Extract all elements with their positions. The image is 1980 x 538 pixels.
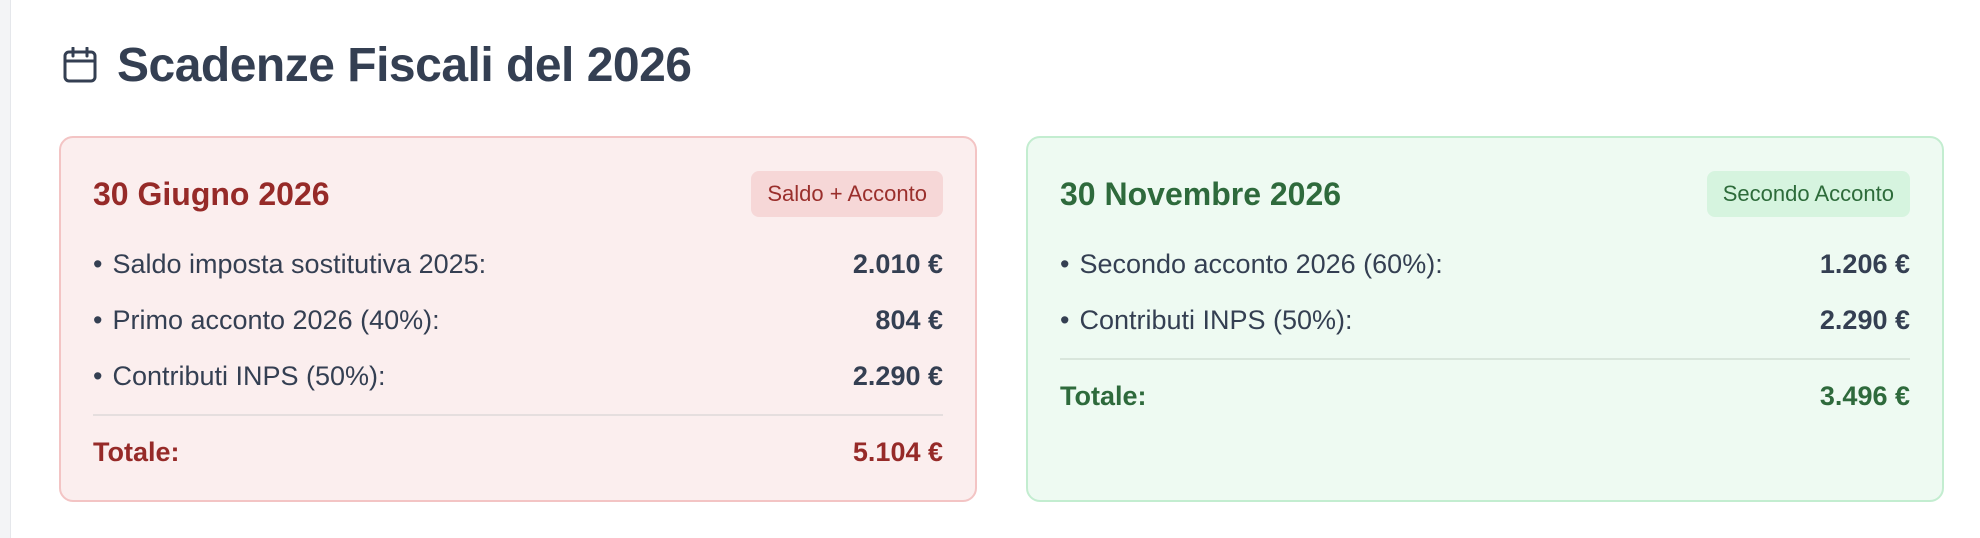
page-header: Scadenze Fiscali del 2026 bbox=[61, 36, 692, 94]
total-row: Totale: 5.104 € bbox=[93, 416, 943, 488]
total-amount: 5.104 € bbox=[852, 436, 943, 467]
card-header: 30 Novembre 2026 Secondo Acconto bbox=[1060, 170, 1910, 218]
total-row: Totale: 3.496 € bbox=[1060, 360, 1910, 432]
payment-item-label-wrap: • Secondo acconto 2026 (60%): bbox=[1060, 249, 1443, 280]
payment-type-badge: Saldo + Acconto bbox=[751, 171, 943, 217]
payment-item: • Secondo acconto 2026 (60%): 1.206 € bbox=[1060, 236, 1910, 292]
payment-list: • Saldo imposta sostitutiva 2025: 2.010 €… bbox=[93, 236, 943, 488]
total-amount: 3.496 € bbox=[1819, 380, 1910, 411]
payment-list: • Secondo acconto 2026 (60%): 1.206 € • Co… bbox=[1060, 236, 1910, 432]
payment-item-label: Primo acconto 2026 (40%): bbox=[112, 304, 440, 335]
bullet: • bbox=[1060, 248, 1070, 279]
payment-item-label: Contributi INPS (50%): bbox=[1079, 304, 1353, 335]
payment-item-label: Contributi INPS (50%): bbox=[112, 360, 386, 391]
payment-item-amount: 2.010 € bbox=[852, 248, 943, 279]
page-title: Scadenze Fiscali del 2026 bbox=[117, 38, 692, 92]
payment-item-label-wrap: • Saldo imposta sostitutiva 2025: bbox=[93, 249, 486, 280]
bullet: • bbox=[93, 360, 103, 391]
payment-item-label: Secondo acconto 2026 (60%): bbox=[1079, 248, 1443, 279]
payment-item: • Contributi INPS (50%): 2.290 € bbox=[93, 348, 943, 404]
payment-item-label-wrap: • Contributi INPS (50%): bbox=[1060, 305, 1353, 336]
payment-item: • Primo acconto 2026 (40%): 804 € bbox=[93, 292, 943, 348]
bullet: • bbox=[1060, 304, 1070, 335]
deadline-date: 30 Novembre 2026 bbox=[1060, 175, 1342, 212]
payment-item-label-wrap: • Primo acconto 2026 (40%): bbox=[93, 305, 440, 336]
bullet: • bbox=[93, 248, 103, 279]
deadline-date: 30 Giugno 2026 bbox=[93, 175, 330, 212]
payment-item-label: Saldo imposta sostitutiva 2025: bbox=[112, 248, 487, 279]
payment-item-amount: 804 € bbox=[875, 304, 943, 335]
bullet: • bbox=[93, 304, 103, 335]
payment-item-amount: 2.290 € bbox=[1819, 304, 1910, 335]
payment-item-amount: 2.290 € bbox=[852, 360, 943, 391]
payment-item: • Contributi INPS (50%): 2.290 € bbox=[1060, 292, 1910, 348]
payment-type-badge: Secondo Acconto bbox=[1706, 171, 1910, 217]
calendar-icon bbox=[61, 46, 99, 84]
deadline-card-november: 30 Novembre 2026 Secondo Acconto • Second… bbox=[1026, 136, 1944, 502]
payment-item-amount: 1.206 € bbox=[1819, 248, 1910, 279]
payment-item: • Saldo imposta sostitutiva 2025: 2.010 € bbox=[93, 236, 943, 292]
card-header: 30 Giugno 2026 Saldo + Acconto bbox=[93, 170, 943, 218]
payment-item-label-wrap: • Contributi INPS (50%): bbox=[93, 361, 386, 392]
deadline-card-june: 30 Giugno 2026 Saldo + Acconto • Saldo im… bbox=[59, 136, 977, 502]
total-label: Totale: bbox=[1060, 380, 1147, 411]
tax-deadlines-panel: Scadenze Fiscali del 2026 30 Giugno 2026… bbox=[10, 0, 1980, 538]
total-label: Totale: bbox=[93, 436, 180, 467]
